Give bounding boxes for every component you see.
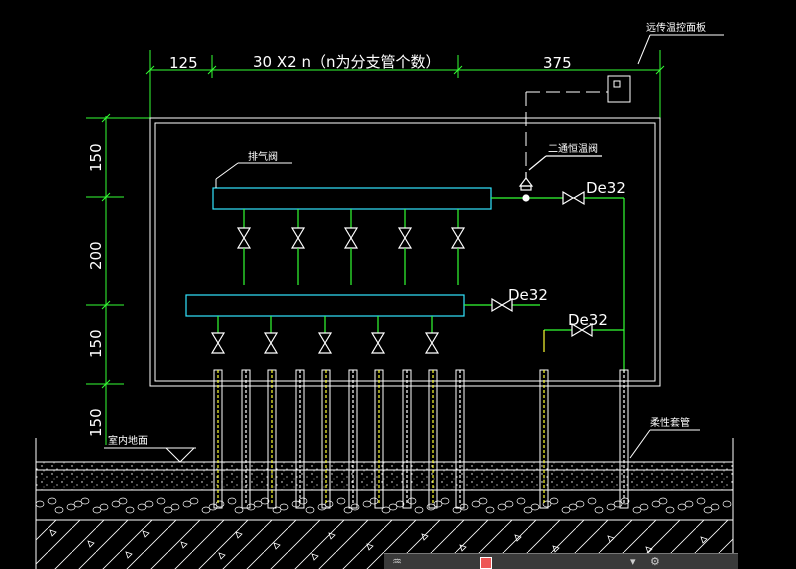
gravel-stone <box>189 497 199 505</box>
butterfly-valve-icon <box>263 332 279 354</box>
gravel-stone <box>144 500 154 508</box>
label-two-way-valve: 二通恒温阀 <box>548 142 598 155</box>
dim-top-right: 375 <box>543 54 572 72</box>
gravel-stone <box>336 497 346 505</box>
butterfly-valve-icon <box>450 227 466 249</box>
floor-leader <box>104 447 196 463</box>
color-swatch[interactable] <box>480 557 492 569</box>
gravel-stone <box>594 506 604 514</box>
cad-drawing: 125 30 X2 n（n为分支管个数） 375 150 200 150 150… <box>0 0 796 569</box>
air-vent <box>215 162 292 188</box>
butterfly-valve-icon <box>317 332 333 354</box>
upper-manifold <box>212 187 492 210</box>
label-de32-middle: De32 <box>508 286 548 304</box>
gravel-stone <box>407 497 417 505</box>
lower-manifold <box>185 294 465 317</box>
gravel-stone <box>35 500 45 508</box>
dim-left-1: 150 <box>87 143 105 172</box>
layers-icon[interactable]: ♒ <box>392 556 406 568</box>
sleeve-leader <box>629 429 700 459</box>
gravel-stone <box>710 503 720 511</box>
gravel-stone <box>99 503 109 511</box>
gravel-stone <box>227 497 237 505</box>
butterfly-valve-icon <box>343 227 359 249</box>
label-de32-lower: De32 <box>568 311 608 329</box>
gravel-stone <box>414 506 424 514</box>
gravel-stone <box>305 506 315 514</box>
gravel-stone <box>587 497 597 505</box>
butterfly-valve-icon <box>236 227 252 249</box>
label-flexible-sleeve: 柔性套管 <box>650 416 690 429</box>
butterfly-valve-icon <box>424 332 440 354</box>
butterfly-valve-icon <box>370 332 386 354</box>
gravel-stone <box>80 497 90 505</box>
label-de32-upper: De32 <box>586 179 626 197</box>
butterfly-valve-icon <box>397 227 413 249</box>
label-air-vent: 排气阀 <box>248 150 278 163</box>
gravel-stone <box>170 503 180 511</box>
gravel-stone <box>440 497 450 505</box>
gravel-stone <box>369 497 379 505</box>
gravel-stone <box>47 497 57 505</box>
gravel-stone <box>54 506 64 514</box>
dropdown-icon[interactable]: ▾ <box>630 556 636 568</box>
gravel-stone <box>279 503 289 511</box>
gravel-stone <box>118 497 128 505</box>
gravel-stone <box>485 506 495 514</box>
dim-left-4: 150 <box>87 408 105 437</box>
property-panel[interactable]: ♒ ▾ ⚙ <box>384 553 738 569</box>
gravel-stone <box>639 503 649 511</box>
settings-icon[interactable]: ⚙ <box>650 556 660 568</box>
gravel-stone <box>665 506 675 514</box>
dim-top-middle: 30 X2 n（n为分支管个数） <box>253 53 440 71</box>
gravel-stone <box>125 506 135 514</box>
gravel-stone <box>478 497 488 505</box>
gravel-stone <box>696 497 706 505</box>
butterfly-valve-icon <box>562 190 585 206</box>
gravel-stone <box>530 503 540 511</box>
label-indoor-floor: 室内地面 <box>108 434 148 447</box>
label-thermostat-panel: 远传温控面板 <box>646 21 706 34</box>
manifold-drawing: 125 30 X2 n（n为分支管个数） 375 150 200 150 150… <box>35 21 734 569</box>
butterfly-valve-icon <box>210 332 226 354</box>
gravel-stone <box>549 497 559 505</box>
gravel-stone <box>658 497 668 505</box>
dim-left-2: 200 <box>87 241 105 270</box>
gravel-stone <box>516 497 526 505</box>
dim-left-3: 150 <box>87 329 105 358</box>
gravel-stone <box>722 500 732 508</box>
gravel-stone <box>504 500 514 508</box>
gravel-stone <box>684 500 694 508</box>
butterfly-valve-icon <box>290 227 306 249</box>
gravel-stone <box>350 503 360 511</box>
gravel-stone <box>156 497 166 505</box>
gravel-stone <box>575 500 585 508</box>
gravel-stone <box>215 500 225 508</box>
dim-top-left: 125 <box>169 54 198 72</box>
